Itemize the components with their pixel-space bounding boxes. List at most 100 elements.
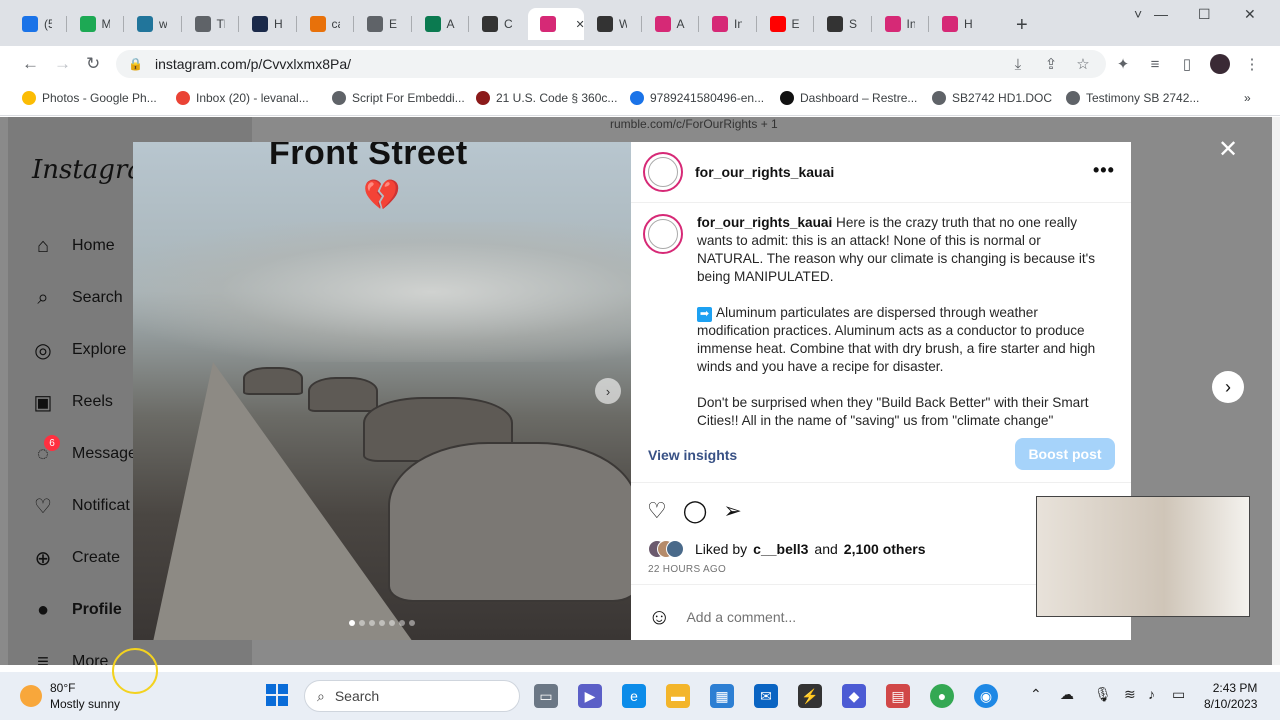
post-image[interactable]: Front Street 💔 › — [133, 142, 631, 640]
browser-tab[interactable]: Inst — [700, 8, 742, 40]
more-options-icon[interactable]: ••• — [1093, 160, 1115, 181]
avatar[interactable] — [643, 214, 683, 254]
install-icon[interactable]: ⤓ — [1010, 56, 1026, 73]
file-explorer-icon[interactable]: ▬ — [666, 684, 690, 708]
kebab-menu-icon[interactable]: ⋮ — [1244, 56, 1260, 73]
image-next-button[interactable]: › — [595, 378, 621, 404]
close-modal-icon[interactable]: ✕ — [1218, 135, 1238, 164]
window-close-icon[interactable]: ✕ — [1244, 6, 1256, 23]
comment-icon[interactable]: ◯ — [683, 498, 708, 524]
close-tab-icon[interactable]: ✕ — [576, 18, 584, 31]
boost-post-button[interactable]: Boost post — [1015, 438, 1115, 470]
sidebar-item-profile[interactable]: ● Profile — [30, 597, 122, 623]
bookmark-item[interactable]: 21 U.S. Code § 360c... — [476, 91, 617, 105]
bookmark-item[interactable]: Inbox (20) - levanal... — [176, 91, 309, 105]
carousel-dot[interactable] — [379, 620, 385, 626]
reload-button[interactable]: ↻ — [86, 54, 100, 74]
header-username[interactable]: for_our_rights_kauai — [695, 164, 834, 180]
browser-tab[interactable]: Che — [470, 8, 512, 40]
sidebar-item-notificat[interactable]: ♡ Notificat — [30, 493, 130, 519]
store-icon[interactable]: ▦ — [710, 684, 734, 708]
side-panel-icon[interactable]: ▯ — [1179, 56, 1195, 73]
carousel-dot[interactable] — [389, 620, 395, 626]
sidebar-item-explore[interactable]: ◎ Explore — [30, 337, 126, 363]
recording-icon[interactable]: ◉ — [974, 684, 998, 708]
app-icon[interactable]: ◆ — [842, 684, 866, 708]
carousel-dot[interactable] — [399, 620, 405, 626]
browser-tab[interactable]: w.li — [125, 8, 167, 40]
browser-tab[interactable]: (53 — [10, 8, 52, 40]
avatar[interactable] — [643, 152, 683, 192]
next-post-button[interactable]: › — [1212, 371, 1244, 403]
new-tab-button[interactable]: + — [1016, 14, 1028, 37]
browser-tab[interactable]: Inst — [873, 8, 915, 40]
bookmark-item[interactable]: SB2742 HD1.DOC — [932, 91, 1052, 105]
sidebar-item-search[interactable]: ⌕ Search — [30, 285, 122, 311]
browser-tab[interactable]: cali — [298, 8, 340, 40]
bookmark-item[interactable]: Script For Embeddi... — [332, 91, 465, 105]
browser-tab[interactable]: Alu — [413, 8, 455, 40]
sidebar-item-create[interactable]: ⊕ Create — [30, 545, 120, 571]
browser-tab[interactable]: ✕ — [527, 8, 584, 40]
caption-username[interactable]: for_our_rights_kauai — [697, 215, 832, 230]
start-button[interactable] — [266, 684, 288, 706]
carousel-dot[interactable] — [359, 620, 365, 626]
like-heart-icon[interactable]: ♡ — [647, 498, 667, 524]
bookmark-item[interactable]: Photos - Google Ph... — [22, 91, 157, 105]
sidebar-item-more[interactable]: ≡ More — [30, 649, 108, 666]
browser-tab[interactable]: EXF — [355, 8, 397, 40]
share-icon[interactable]: ⇪ — [1043, 56, 1059, 73]
chrome-icon[interactable]: ● — [930, 684, 954, 708]
liked-by-others[interactable]: 2,100 others — [844, 541, 926, 557]
media-icon[interactable]: ≡ — [1147, 56, 1163, 73]
teams-icon[interactable]: ▶ — [578, 684, 602, 708]
page-scrollbar[interactable] — [1272, 117, 1280, 665]
browser-tab[interactable]: Eric — [758, 8, 800, 40]
bookmark-item[interactable]: Testimony SB 2742... — [1066, 91, 1199, 105]
sidebar-item-message[interactable]: ◌ 6 Message — [30, 435, 137, 467]
browser-tab[interactable]: Ma — [68, 8, 110, 40]
back-button[interactable]: ← — [22, 54, 39, 74]
profile-avatar[interactable] — [1210, 54, 1230, 74]
carousel-dot[interactable] — [349, 620, 355, 626]
taskbar-search[interactable]: ⌕ Search — [304, 680, 520, 712]
liked-by-user[interactable]: c__bell3 — [753, 541, 808, 557]
browser-tab[interactable]: Hav — [930, 8, 972, 40]
browser-tab[interactable]: The — [183, 8, 225, 40]
browser-tab[interactable]: Wh — [585, 8, 627, 40]
extensions-icon[interactable]: ✦ — [1115, 56, 1131, 73]
forward-button[interactable]: → — [54, 54, 71, 74]
weather-widget[interactable]: 80°F Mostly sunny — [20, 680, 120, 712]
browser-tab[interactable]: Alo — [643, 8, 685, 40]
task-view-icon[interactable]: ▭ — [534, 684, 558, 708]
tab-search-icon[interactable]: ˅ — [1134, 6, 1142, 22]
emoji-icon[interactable]: ☺ — [648, 604, 670, 630]
view-insights-link[interactable]: View insights — [648, 447, 737, 463]
browser-tab[interactable]: Hav — [240, 8, 282, 40]
bookmarks-overflow-icon[interactable]: » — [1244, 91, 1251, 105]
maximize-icon[interactable]: ☐ — [1198, 6, 1211, 23]
bookmark-star-icon[interactable]: ☆ — [1075, 56, 1091, 73]
address-bar[interactable]: 🔒 instagram.com/p/Cvvxlxmx8Pa/ — [116, 50, 1106, 78]
wifi-icon[interactable]: ≋ — [1124, 686, 1136, 703]
chevron-up-icon[interactable]: ⌃ — [1030, 686, 1042, 703]
microphone-icon[interactable]: 🎙 — [1094, 686, 1112, 703]
minimize-icon[interactable]: — — [1154, 6, 1168, 22]
app-icon[interactable]: ⚡ — [798, 684, 822, 708]
bookmark-item[interactable]: Dashboard – Restre... — [780, 91, 917, 105]
sidebar-item-home[interactable]: ⌂ Home — [30, 233, 115, 259]
comment-input[interactable]: Add a comment... — [686, 609, 796, 625]
carousel-dot[interactable] — [369, 620, 375, 626]
browser-tab[interactable]: SILI — [815, 8, 857, 40]
share-send-icon[interactable]: ➢ — [723, 498, 741, 524]
mail-icon[interactable]: ✉ — [754, 684, 778, 708]
clock[interactable]: 2:43 PM 8/10/2023 — [1204, 680, 1257, 712]
app-icon[interactable]: ▤ — [886, 684, 910, 708]
edge-icon[interactable]: e — [622, 684, 646, 708]
battery-icon[interactable]: ▭ — [1172, 686, 1185, 703]
volume-icon[interactable]: ♪ — [1148, 686, 1155, 702]
sidebar-item-reels[interactable]: ▣ Reels — [30, 389, 113, 415]
onedrive-icon[interactable]: ☁ — [1060, 686, 1074, 703]
carousel-dot[interactable] — [409, 620, 415, 626]
bookmark-item[interactable]: 9789241580496-en... — [630, 91, 764, 105]
